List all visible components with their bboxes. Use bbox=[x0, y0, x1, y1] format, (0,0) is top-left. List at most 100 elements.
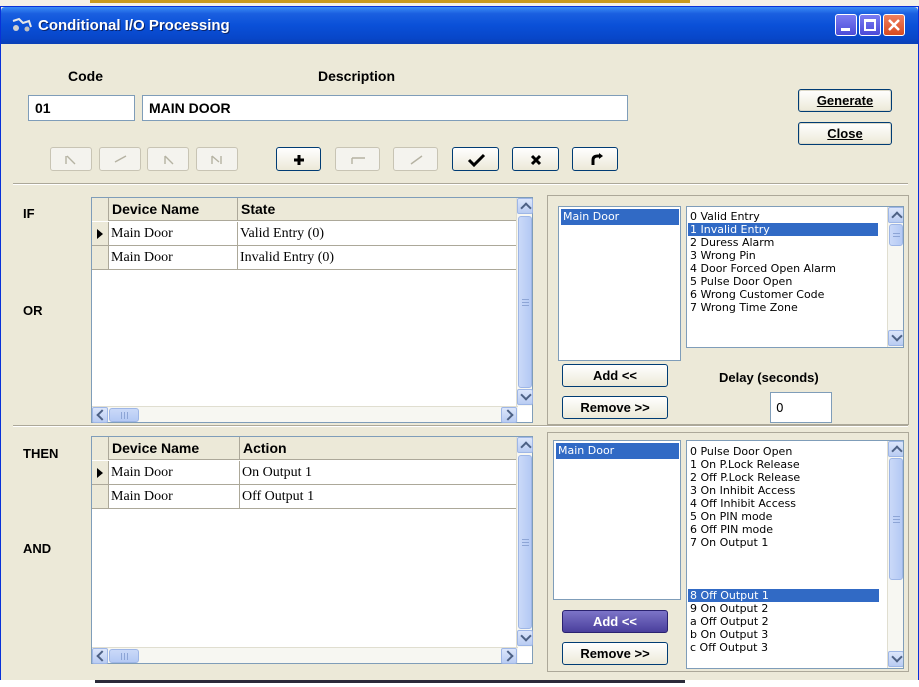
scroll-down-button[interactable] bbox=[517, 389, 533, 405]
scroll-down-button[interactable] bbox=[888, 330, 903, 346]
list-item-selected[interactable]: 8 Off Output 1 bbox=[688, 589, 879, 602]
list-item[interactable]: 6 Off PIN mode bbox=[688, 523, 773, 536]
minimize-icon bbox=[841, 28, 850, 31]
action-list[interactable]: 0 Pulse Door Open 1 On P.Lock Release 2 … bbox=[686, 440, 904, 669]
maximize-button[interactable] bbox=[859, 14, 881, 36]
generate-button[interactable]: Generate bbox=[798, 89, 892, 112]
list-item[interactable]: 5 Pulse Door Open bbox=[688, 275, 792, 288]
cell-device-name[interactable]: Main Door bbox=[109, 222, 238, 245]
conditions-grid-horizontal-scrollbar[interactable] bbox=[92, 406, 518, 423]
list-item[interactable]: 4 Off Inhibit Access bbox=[688, 497, 796, 510]
minimize-button[interactable] bbox=[835, 14, 857, 36]
scroll-left-button[interactable] bbox=[92, 648, 108, 664]
action-device-list[interactable]: Main Door bbox=[553, 440, 681, 600]
list-item[interactable]: 5 On PIN mode bbox=[688, 510, 772, 523]
scroll-up-button[interactable] bbox=[517, 198, 533, 214]
list-item[interactable]: 2 Duress Alarm bbox=[688, 236, 774, 249]
scroll-up-button[interactable] bbox=[517, 437, 533, 453]
nav-cancel-button[interactable] bbox=[512, 147, 559, 171]
column-header-action[interactable]: Action bbox=[240, 437, 518, 460]
scroll-up-button[interactable] bbox=[888, 441, 903, 457]
code-label: Code bbox=[68, 68, 103, 84]
plus-icon bbox=[294, 155, 304, 165]
actions-grid-horizontal-scrollbar[interactable] bbox=[92, 647, 518, 664]
list-item[interactable]: c Off Output 3 bbox=[688, 641, 768, 654]
scroll-left-button[interactable] bbox=[92, 407, 108, 423]
cell-device-name[interactable]: Main Door bbox=[109, 485, 240, 508]
scroll-thumb[interactable] bbox=[109, 408, 139, 422]
row-pointer-icon bbox=[97, 468, 103, 478]
list-item[interactable]: b On Output 3 bbox=[688, 628, 768, 641]
scroll-thumb[interactable] bbox=[109, 649, 139, 663]
description-field[interactable]: MAIN DOOR bbox=[142, 95, 628, 121]
chevron-up-icon bbox=[520, 202, 532, 214]
nav-first-button[interactable] bbox=[50, 147, 92, 171]
nav-delete-button[interactable] bbox=[335, 147, 380, 171]
scroll-thumb[interactable] bbox=[889, 458, 903, 580]
list-item[interactable]: 3 On Inhibit Access bbox=[688, 484, 795, 497]
remove-condition-button[interactable]: Remove >> bbox=[562, 396, 668, 419]
list-item[interactable]: 1 On P.Lock Release bbox=[688, 458, 800, 471]
list-item-selected[interactable]: 1 Invalid Entry bbox=[688, 223, 878, 236]
delay-seconds-input[interactable]: 0 bbox=[770, 392, 832, 423]
row-indicator bbox=[92, 485, 109, 508]
conditions-grid-vertical-scrollbar[interactable] bbox=[516, 198, 533, 406]
scroll-thumb[interactable] bbox=[518, 455, 532, 629]
table-row[interactable]: Main Door Off Output 1 bbox=[92, 485, 518, 509]
table-row[interactable]: Main Door On Output 1 bbox=[92, 461, 518, 485]
cell-state[interactable]: Invalid Entry (0) bbox=[238, 246, 518, 269]
action-list-scrollbar[interactable] bbox=[887, 441, 903, 668]
close-button[interactable]: Close bbox=[798, 122, 892, 145]
cell-action[interactable]: Off Output 1 bbox=[240, 485, 518, 508]
list-item[interactable]: Main Door bbox=[561, 209, 679, 225]
cell-action[interactable]: On Output 1 bbox=[240, 461, 518, 484]
list-item[interactable]: 3 Wrong Pin bbox=[688, 249, 756, 262]
scroll-down-button[interactable] bbox=[888, 651, 903, 667]
table-row[interactable]: Main Door Valid Entry (0) bbox=[92, 222, 518, 246]
list-item[interactable]: 0 Pulse Door Open bbox=[688, 445, 792, 458]
actions-grid[interactable]: Device Name Action Main Door On Output 1… bbox=[91, 436, 533, 664]
cell-device-name[interactable]: Main Door bbox=[109, 461, 240, 484]
add-condition-button[interactable]: Add << bbox=[562, 364, 668, 387]
scroll-thumb[interactable] bbox=[889, 224, 903, 246]
state-list[interactable]: 0 Valid Entry 1 Invalid Entry 2 Duress A… bbox=[686, 206, 904, 348]
list-item[interactable]: Main Door bbox=[556, 443, 679, 459]
condition-device-list[interactable]: Main Door bbox=[558, 206, 681, 361]
list-item[interactable]: 7 On Output 1 bbox=[688, 536, 768, 549]
list-item[interactable]: a Off Output 2 bbox=[688, 615, 769, 628]
nav-prior-button[interactable] bbox=[99, 147, 141, 171]
nav-next-button[interactable] bbox=[147, 147, 189, 171]
title-bar[interactable]: Conditional I/O Processing bbox=[1, 7, 918, 44]
list-item[interactable]: 2 Off P.Lock Release bbox=[688, 471, 800, 484]
cell-state[interactable]: Valid Entry (0) bbox=[238, 222, 518, 245]
list-item[interactable]: 0 Valid Entry bbox=[688, 210, 760, 223]
actions-grid-vertical-scrollbar[interactable] bbox=[516, 437, 533, 647]
chevron-right-icon bbox=[502, 650, 514, 662]
column-header-device-name[interactable]: Device Name bbox=[109, 198, 238, 221]
scroll-down-button[interactable] bbox=[517, 630, 533, 646]
nav-post-button[interactable] bbox=[452, 147, 499, 171]
nav-insert-button[interactable] bbox=[276, 147, 321, 171]
nav-edit-button[interactable] bbox=[393, 147, 438, 171]
list-item[interactable]: 4 Door Forced Open Alarm bbox=[688, 262, 836, 275]
conditions-grid[interactable]: Device Name State Main Door Valid Entry … bbox=[91, 197, 533, 423]
state-list-scrollbar[interactable] bbox=[887, 207, 903, 347]
scroll-right-button[interactable] bbox=[501, 648, 517, 664]
scroll-thumb[interactable] bbox=[518, 216, 532, 388]
list-item[interactable]: 6 Wrong Customer Code bbox=[688, 288, 824, 301]
remove-action-button[interactable]: Remove >> bbox=[562, 642, 668, 665]
column-header-state[interactable]: State bbox=[238, 198, 518, 221]
cell-device-name[interactable]: Main Door bbox=[109, 246, 238, 269]
add-action-button[interactable]: Add << bbox=[562, 610, 668, 633]
nav-refresh-button[interactable] bbox=[572, 147, 618, 171]
close-window-button[interactable] bbox=[883, 14, 905, 36]
code-field[interactable]: 01 bbox=[28, 95, 135, 121]
column-header-device-name[interactable]: Device Name bbox=[109, 437, 240, 460]
scroll-right-button[interactable] bbox=[501, 407, 517, 423]
table-row[interactable]: Main Door Invalid Entry (0) bbox=[92, 246, 518, 270]
nav-last-button[interactable] bbox=[196, 147, 238, 171]
row-pointer-icon bbox=[97, 229, 103, 239]
list-item[interactable]: 9 On Output 2 bbox=[688, 602, 768, 615]
scroll-up-button[interactable] bbox=[888, 207, 903, 223]
list-item[interactable]: 7 Wrong Time Zone bbox=[688, 301, 798, 314]
